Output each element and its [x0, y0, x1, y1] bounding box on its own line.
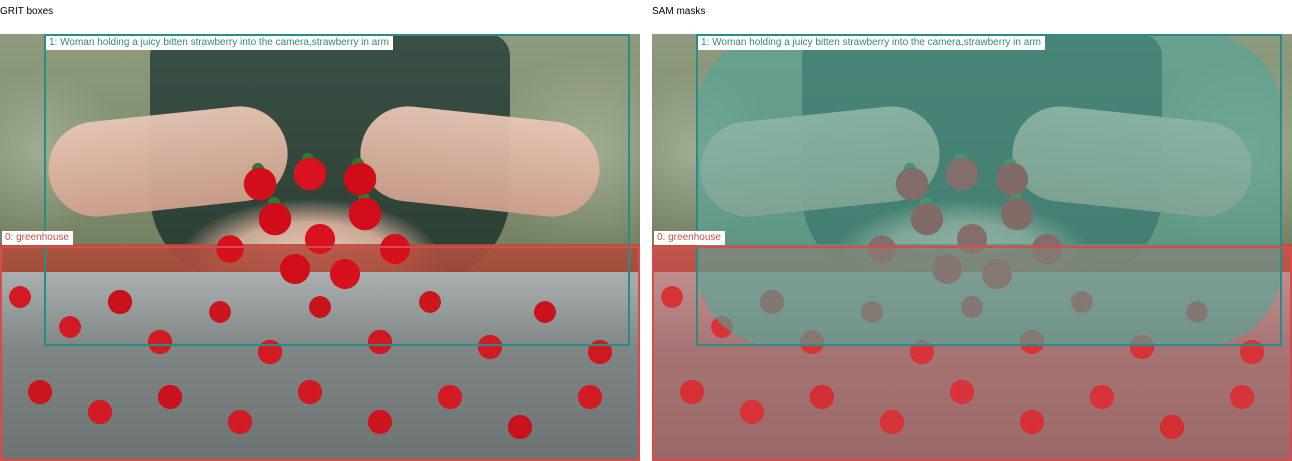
held-strawberries	[190, 129, 430, 299]
left-panel: GRIT boxes 1: Woman holding a juicy bitt…	[0, 0, 640, 461]
right-panel-title: SAM masks	[652, 6, 706, 17]
right-panel: SAM masks 1: Woman holding a juicy bitte…	[652, 0, 1292, 461]
right-photo: 1: Woman holding a juicy bitten strawber…	[652, 34, 1292, 461]
left-photo: 1: Woman holding a juicy bitten strawber…	[0, 34, 640, 461]
held-strawberries	[842, 129, 1082, 299]
strawberry-trays	[652, 272, 1292, 461]
strawberry-trays	[0, 272, 640, 461]
left-panel-title: GRIT boxes	[0, 6, 54, 17]
